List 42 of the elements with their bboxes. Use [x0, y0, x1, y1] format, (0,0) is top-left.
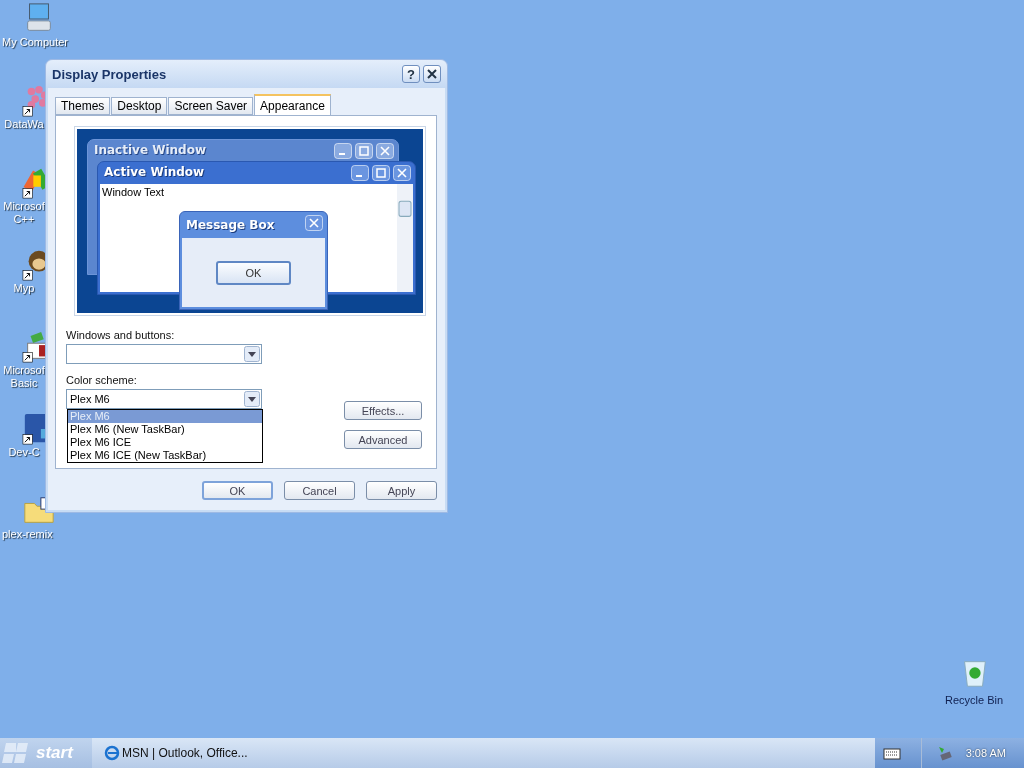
keyboard-icon[interactable]	[882, 745, 901, 761]
window-title: Message Box	[186, 218, 275, 232]
tab[interactable]: Desktop	[111, 97, 168, 115]
clock: 3:08 AM	[964, 747, 1007, 759]
close-button[interactable]	[423, 65, 441, 83]
tab[interactable]: Themes	[55, 97, 111, 115]
minimize-icon	[351, 165, 369, 181]
icon-label: Microsof	[3, 200, 45, 213]
field-label: Windows and buttons:	[66, 329, 176, 341]
window-title: Display Properties	[52, 66, 168, 82]
icon-label: plex-remix	[2, 528, 53, 541]
browser-icon	[104, 745, 120, 761]
field-label: Color scheme:	[66, 374, 138, 386]
icon-label: C++	[13, 213, 35, 226]
icon-label: Myp	[13, 282, 35, 295]
close-icon	[376, 143, 394, 159]
tab[interactable]: Appearance	[254, 94, 331, 115]
icon-label: Recycle Bin	[944, 694, 1004, 707]
tab[interactable]: Screen Saver	[168, 97, 254, 115]
dropdown[interactable]	[66, 344, 262, 364]
minimize-icon	[334, 143, 352, 159]
taskbar-button[interactable]: MSN | Outlook, Office...	[104, 741, 264, 765]
icon-label: Basic	[10, 377, 38, 390]
icon-label: Dev-C	[8, 446, 40, 459]
dialog-button[interactable]: Cancel	[284, 481, 355, 500]
close-icon	[305, 215, 323, 231]
window-title: Active Window	[104, 165, 205, 179]
dialog-button[interactable]: OK	[202, 481, 273, 500]
close-icon	[393, 165, 411, 181]
dialog-button[interactable]: Effects...	[344, 401, 422, 420]
close-icon	[427, 69, 437, 79]
help-button[interactable]: ?	[402, 65, 420, 83]
icon-label: Microsof	[3, 364, 45, 377]
ok-button[interactable]: OK	[216, 260, 291, 285]
dialog-button[interactable]: Apply	[366, 481, 437, 500]
window-title: Inactive Window	[94, 143, 207, 157]
icon-label: My Computer	[2, 36, 69, 49]
window-text: Window Text	[102, 186, 165, 198]
maximize-icon	[372, 165, 390, 181]
dialog-button[interactable]: Advanced	[344, 430, 422, 449]
icon-label: DataWa	[4, 118, 44, 131]
maximize-icon	[355, 143, 373, 159]
